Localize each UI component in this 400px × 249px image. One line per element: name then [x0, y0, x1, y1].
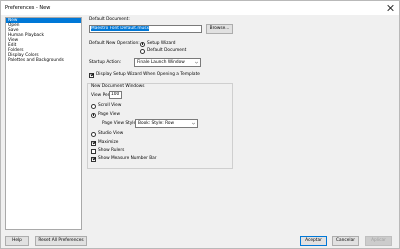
title-bar: Preferences - New — [1, 1, 399, 15]
close-icon[interactable] — [385, 3, 395, 13]
preferences-dialog: Preferences - New New Open Save Human Pl… — [0, 0, 400, 249]
category-item-palettes-backgrounds[interactable]: Palettes and Backgrounds — [6, 58, 81, 63]
category-list[interactable]: New Open Save Human Playback View Edit F… — [5, 17, 82, 230]
display-setup-wizard-checkbox[interactable] — [89, 72, 94, 78]
default-document-value: Maestro Font Default.musx — [91, 26, 150, 31]
default-document-label: Default Document: — [89, 17, 130, 22]
show-rulers-label: Show Rulers — [98, 148, 125, 153]
setup-wizard-label: Setup Wizard — [147, 41, 176, 46]
default-document-field[interactable]: Maestro Font Default.musx — [89, 25, 202, 33]
display-setup-wizard-label: Display Setup Wizard When Opening a Temp… — [96, 72, 200, 77]
page-view-style-value: Book: Style: Row — [138, 121, 175, 126]
maximize-checkbox[interactable] — [91, 140, 96, 146]
window-title: Preferences - New — [5, 4, 51, 11]
scroll-view-label: Scroll View — [98, 103, 122, 108]
apply-button: Aplicar — [365, 236, 392, 246]
studio-view-label: Studio View — [98, 131, 124, 136]
page-view-radio[interactable] — [91, 112, 96, 118]
show-measure-number-bar-checkbox[interactable] — [91, 156, 96, 162]
default-document-option-label: Default Document — [147, 48, 187, 53]
startup-action-select[interactable]: Finale Launch Window — [134, 58, 201, 67]
scroll-view-radio[interactable] — [91, 103, 96, 109]
maximize-label: Maximize — [98, 140, 119, 145]
startup-action-label: Startup Action: — [89, 60, 122, 65]
default-new-operation-label: Default New Operation: — [89, 41, 140, 46]
studio-view-radio[interactable] — [91, 131, 96, 137]
cancel-button[interactable]: Cancelar — [332, 236, 359, 246]
default-document-radio[interactable] — [140, 48, 145, 54]
setup-wizard-radio[interactable] — [140, 41, 145, 47]
page-view-style-select[interactable]: Book: Style: Row — [135, 119, 198, 128]
reset-all-preferences-button[interactable]: Reset All Preferences — [35, 236, 87, 246]
show-rulers-checkbox[interactable] — [91, 148, 96, 154]
view-percent-field[interactable]: 100 — [109, 91, 122, 99]
chevron-down-icon — [192, 122, 195, 125]
new-document-windows-label: New Document Windows — [91, 84, 145, 89]
view-percent-value: 100 — [111, 92, 120, 97]
ok-button[interactable]: Aceptar — [300, 236, 327, 246]
browse-button[interactable]: Browse... — [206, 24, 233, 34]
chevron-down-icon — [195, 61, 198, 64]
page-view-style-label: Page View Style: — [102, 121, 138, 126]
page-view-label: Page View — [98, 112, 120, 117]
startup-action-value: Finale Launch Window — [137, 60, 185, 65]
show-measure-number-bar-label: Show Measure Number Bar — [98, 156, 157, 161]
help-button[interactable]: Help — [5, 236, 29, 246]
